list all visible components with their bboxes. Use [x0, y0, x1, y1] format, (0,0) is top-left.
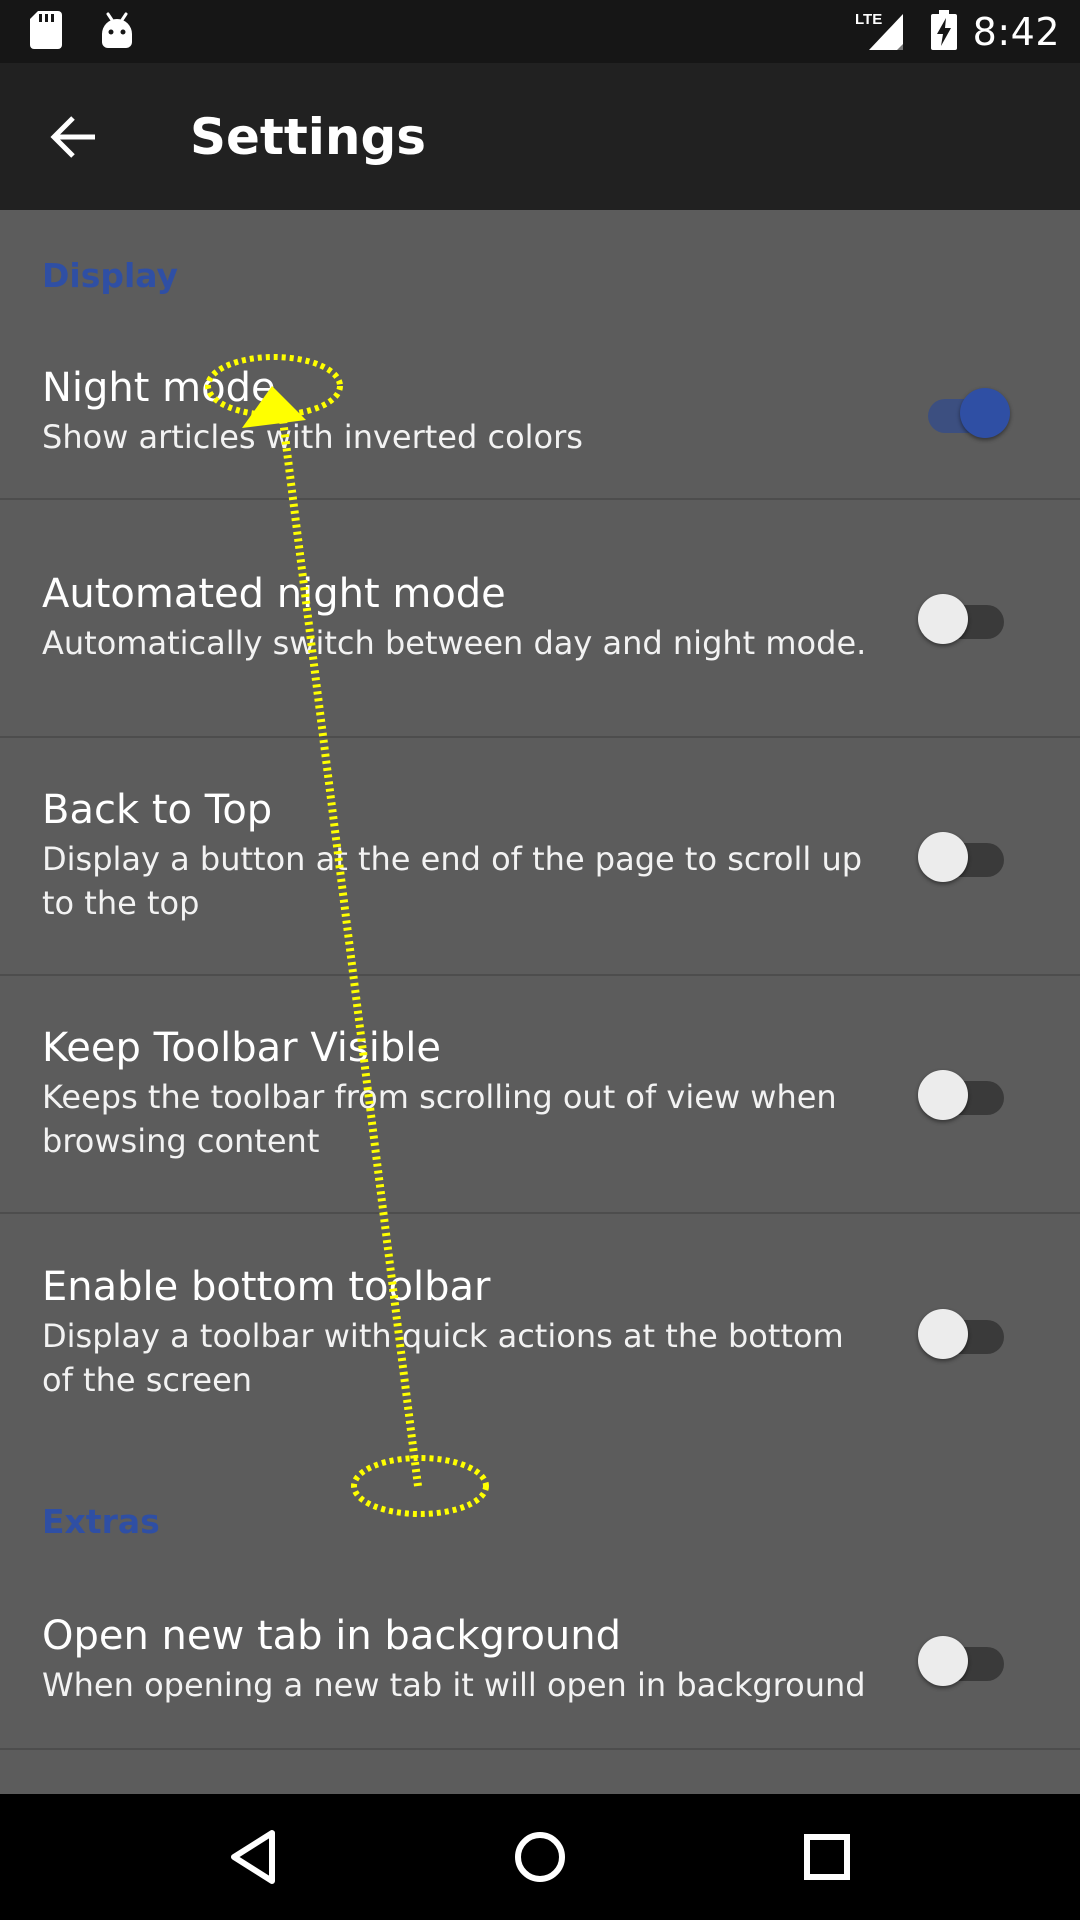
nav-home-button[interactable]	[485, 1802, 595, 1912]
arrow-back-icon	[50, 115, 95, 158]
switch-thumb	[918, 832, 968, 882]
pref-enable-bottom-toolbar[interactable]: Enable bottom toolbar Display a toolbar …	[0, 1214, 1080, 1452]
back-button[interactable]	[18, 82, 128, 192]
settings-list[interactable]: Display Night mode Show articles with in…	[0, 210, 1080, 1794]
pref-title: Open new tab in background	[42, 1613, 622, 1660]
section-header-display: Display	[42, 256, 179, 295]
switch-thumb	[918, 1309, 968, 1359]
navigation-bar	[0, 1794, 1080, 1920]
section-header-extras: Extras	[42, 1502, 160, 1541]
app-bar: Settings	[0, 63, 1080, 210]
signal-icon: LTE	[855, 10, 915, 54]
pref-title: Night mode	[42, 365, 276, 412]
pref-keep-toolbar-visible[interactable]: Keep Toolbar Visible Keeps the toolbar f…	[0, 976, 1080, 1214]
pref-automated-night-mode[interactable]: Automated night mode Automatically switc…	[0, 500, 1080, 738]
pref-summary: Display a toolbar with quick actions at …	[42, 1317, 844, 1399]
nav-recents-button[interactable]	[772, 1802, 882, 1912]
home-circle-icon	[514, 1832, 565, 1882]
back-to-top-switch[interactable]	[918, 829, 1008, 883]
pref-title: Enable bottom toolbar	[42, 1264, 491, 1311]
svg-text:LTE: LTE	[855, 11, 882, 28]
switch-thumb	[960, 388, 1010, 438]
enable-bottom-toolbar-switch[interactable]	[918, 1306, 1008, 1360]
pref-back-to-top[interactable]: Back to Top Display a button at the end …	[0, 738, 1080, 976]
pref-summary: Keeps the toolbar from scrolling out of …	[42, 1078, 837, 1160]
back-triangle-icon	[231, 1830, 276, 1884]
android-icon	[100, 12, 134, 52]
switch-thumb	[918, 1636, 968, 1686]
switch-thumb	[918, 594, 968, 644]
screen: LTE 8:42 Settings Display Night mode Sho…	[0, 0, 1080, 1920]
open-new-tab-in-background-switch[interactable]	[918, 1633, 1008, 1687]
pref-open-new-tab-in-background[interactable]: Open new tab in background When opening …	[0, 1572, 1080, 1750]
keep-toolbar-visible-switch[interactable]	[918, 1067, 1008, 1121]
switch-thumb	[918, 1070, 968, 1120]
sd-card-icon	[30, 10, 62, 53]
pref-title: Back to Top	[42, 787, 273, 834]
status-time: 8:42	[972, 9, 1060, 54]
pref-summary: Automatically switch between day and nig…	[42, 624, 867, 663]
automated-night-mode-switch[interactable]	[918, 591, 1008, 645]
pref-title: Automated night mode	[42, 571, 506, 618]
status-bar: LTE 8:42	[0, 0, 1080, 63]
pref-summary: When opening a new tab it will open in b…	[42, 1666, 866, 1705]
pref-summary: Display a button at the end of the page …	[42, 840, 863, 922]
recents-square-icon	[803, 1834, 850, 1880]
pref-title: Keep Toolbar Visible	[42, 1025, 441, 1072]
battery-charging-icon	[930, 9, 957, 54]
nav-back-button[interactable]	[198, 1802, 308, 1912]
page-title: Settings	[190, 107, 427, 166]
pref-night-mode[interactable]: Night mode Show articles with inverted c…	[0, 326, 1080, 500]
night-mode-switch[interactable]	[918, 385, 1010, 439]
pref-summary: Show articles with inverted colors	[42, 418, 583, 457]
